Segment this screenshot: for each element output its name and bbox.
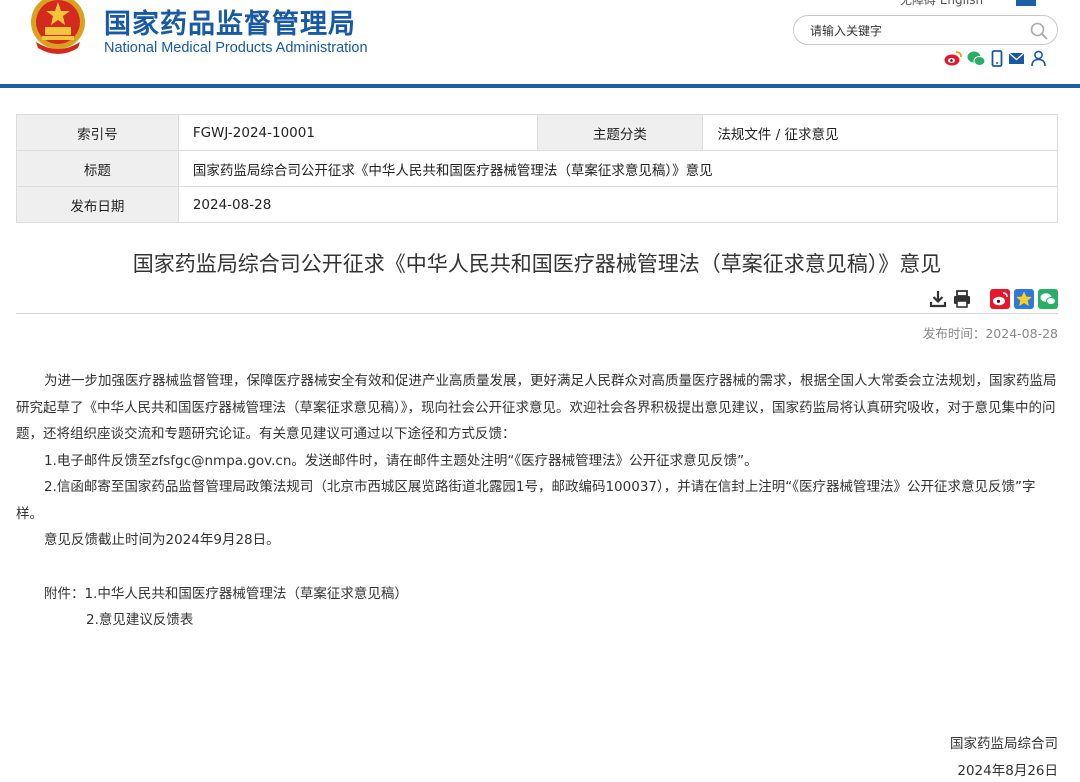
search-box <box>793 15 1058 45</box>
publish-date-value: 2024-08-28 <box>177 186 1059 223</box>
publish-time: 发布时间：2024-08-28 <box>922 326 1058 341</box>
search-input[interactable] <box>810 21 1020 41</box>
body-paragraph: 2.信函邮寄至国家药品监督管理局政策法规司（北京市西城区展览路街道北露园1号，邮… <box>16 479 1036 522</box>
top-nav-links[interactable]: 无障碍 English <box>900 0 983 8</box>
top-nav-button[interactable] <box>1016 0 1036 6</box>
index-value: FGWJ-2024-10001 <box>177 114 538 151</box>
print-icon[interactable] <box>952 289 972 309</box>
table-row: 发布日期 2024-08-28 <box>16 186 1059 223</box>
header-divider-bar <box>0 84 1080 88</box>
body-paragraph: 意见反馈截止时间为2024年9月28日。 <box>44 532 280 548</box>
body-paragraph: 1.电子邮件反馈至zfsfgc@nmpa.gov.cn。发送邮件时，请在邮件主题… <box>44 452 758 469</box>
weibo-share-icon[interactable] <box>990 289 1010 309</box>
attachment-link[interactable]: 2.意见建议反馈表 <box>16 607 1058 634</box>
table-row: 索引号 FGWJ-2024-10001 主题分类 法规文件 / 征求意见 <box>16 114 1058 151</box>
document-info-table: 索引号 FGWJ-2024-10001 主题分类 法规文件 / 征求意见 标题 … <box>16 114 1059 223</box>
search-icon[interactable] <box>1029 21 1049 41</box>
national-emblem-icon[interactable] <box>28 0 88 56</box>
category-value: 法规文件 / 征求意见 <box>702 114 1058 151</box>
body-paragraph: 为进一步加强医疗器械监督管理，保障医疗器械安全有效和促进产业高质量发展，更好满足… <box>16 373 1057 442</box>
index-label: 索引号 <box>16 114 179 151</box>
publish-date-label: 发布日期 <box>16 186 179 223</box>
article-title: 国家药监局综合司公开征求《中华人民共和国医疗器械管理法（草案征求意见稿）》意见 <box>132 252 942 276</box>
mobile-icon[interactable] <box>991 50 1003 67</box>
social-links <box>944 50 1047 67</box>
title-label: 标题 <box>16 150 179 187</box>
article-divider <box>16 313 1058 314</box>
download-icon[interactable] <box>928 289 948 309</box>
signature-date: 2024年8月26日 <box>957 763 1058 779</box>
table-row: 标题 国家药监局综合司公开征求《中华人民共和国医疗器械管理法（草案征求意见稿）》… <box>16 150 1059 187</box>
wechat-share-icon[interactable] <box>1038 289 1058 309</box>
site-header: 国家药品监督管理局 National Medical Products Admi… <box>0 0 1080 84</box>
site-title-cn[interactable]: 国家药品监督管理局 <box>104 2 356 41</box>
mail-icon[interactable] <box>1008 50 1025 67</box>
article-toolbar <box>928 289 1058 309</box>
attachment-link[interactable]: 附件：1.中华人民共和国医疗器械管理法（草案征求意见稿） <box>16 581 1058 608</box>
signature-organization: 国家药监局综合司 <box>950 736 1058 752</box>
user-icon[interactable] <box>1030 50 1047 67</box>
site-title-en[interactable]: National Medical Products Administration <box>104 40 368 56</box>
article-body: 为进一步加强医疗器械监督管理，保障医疗器械安全有效和促进产业高质量发展，更好满足… <box>16 368 1058 634</box>
favorite-icon[interactable] <box>1014 289 1034 309</box>
category-label: 主题分类 <box>536 114 704 151</box>
weibo-icon[interactable] <box>944 50 962 67</box>
title-value: 国家药监局综合司公开征求《中华人民共和国医疗器械管理法（草案征求意见稿）》意见 <box>177 150 1059 187</box>
wechat-icon[interactable] <box>967 50 986 67</box>
